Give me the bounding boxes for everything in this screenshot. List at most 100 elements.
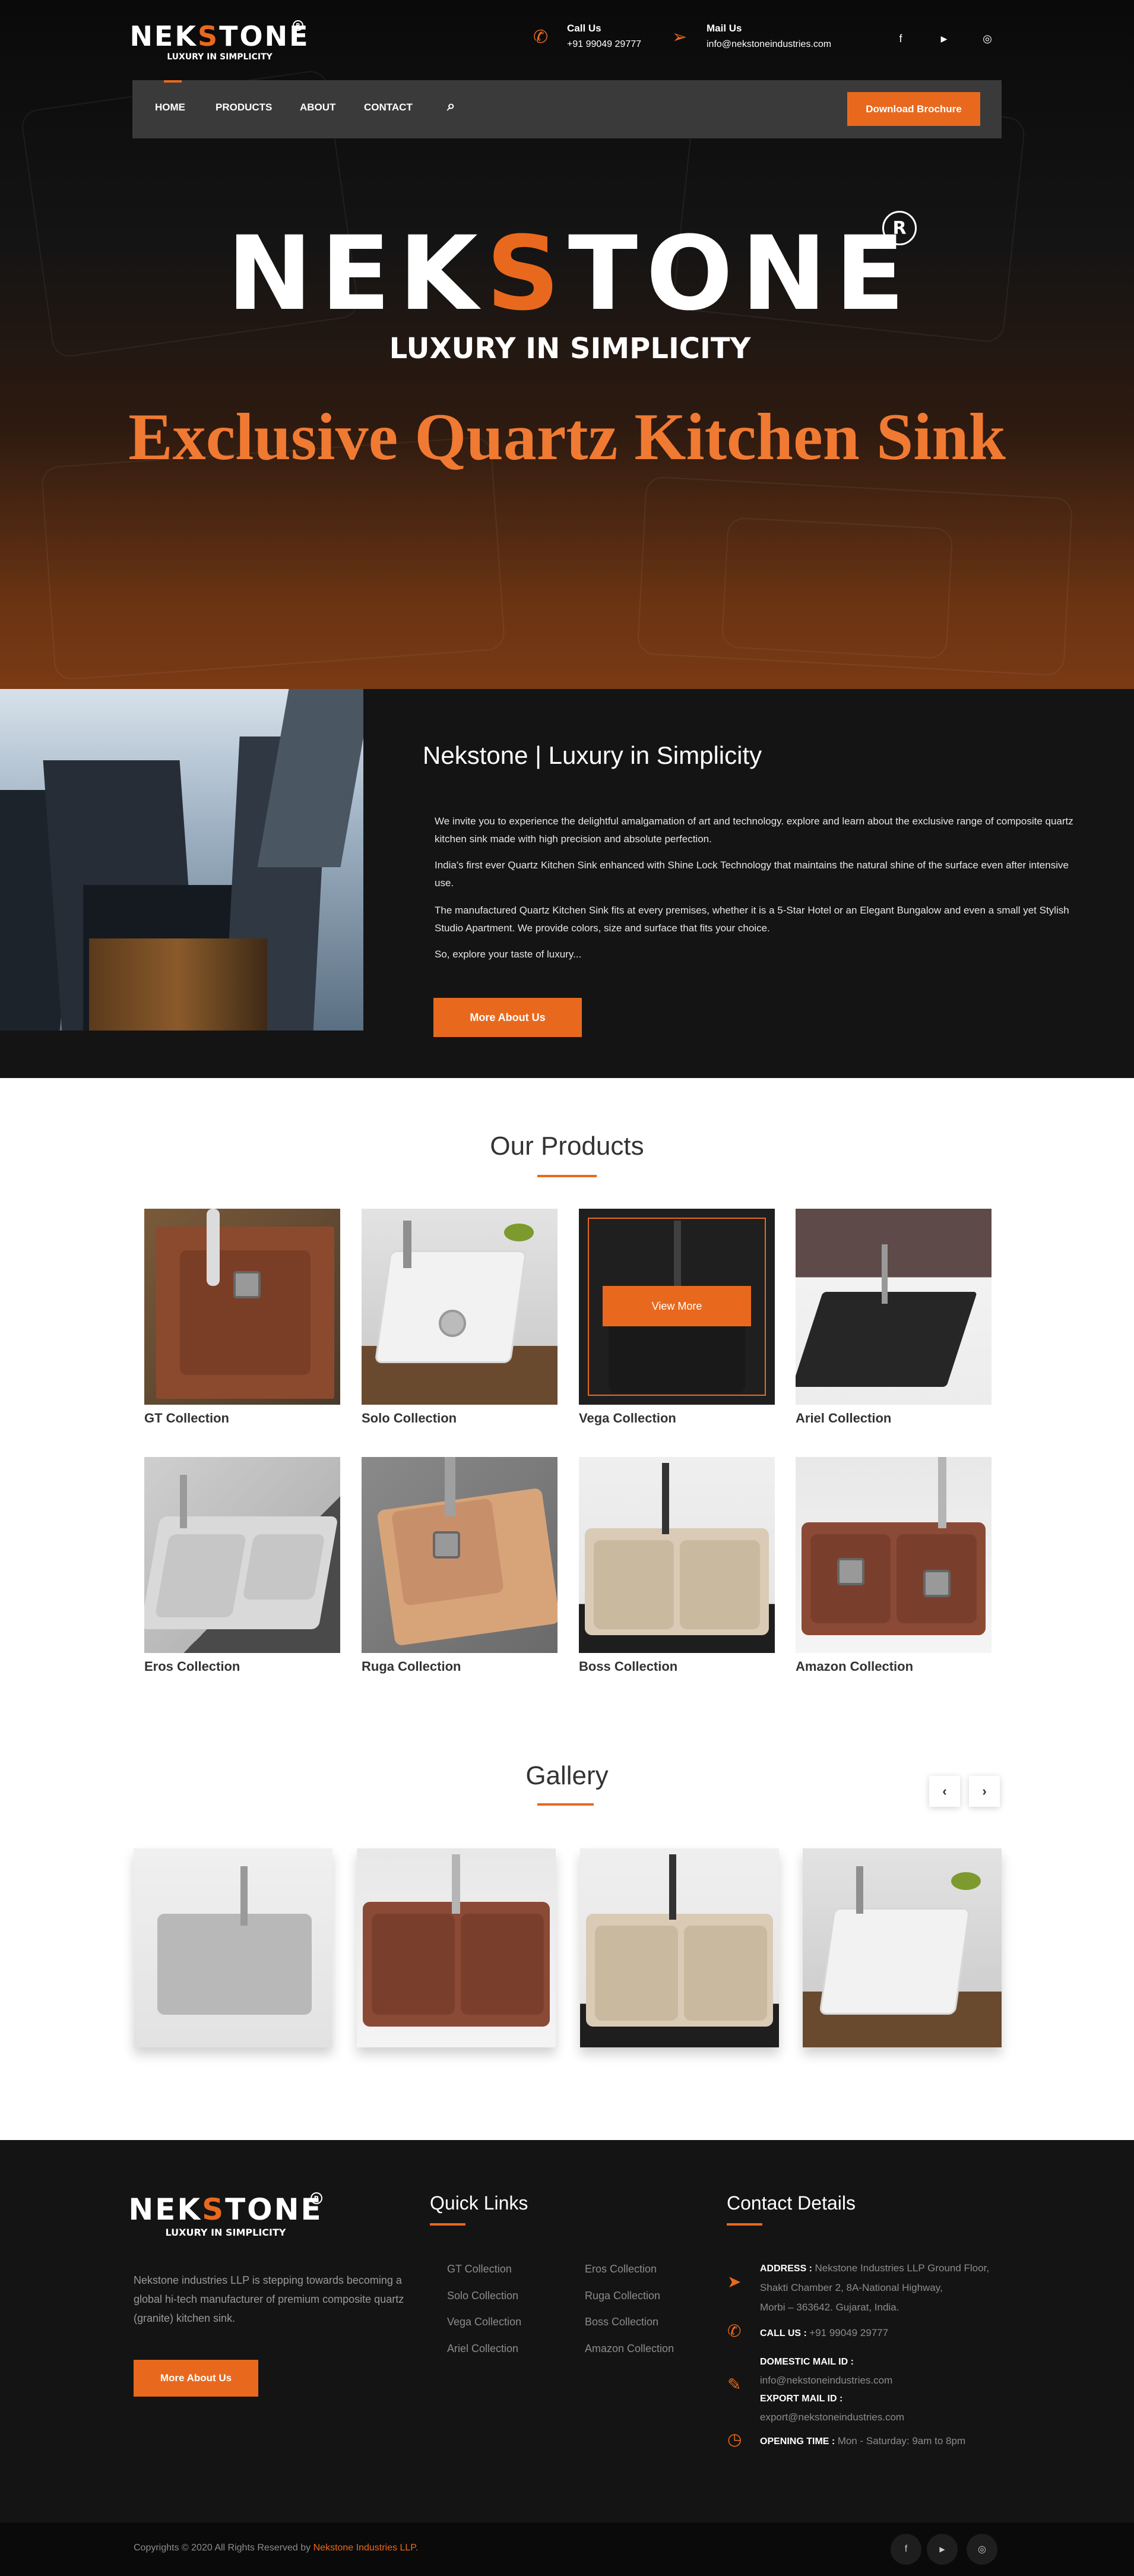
product-image-vega[interactable]: View More [579,1209,775,1405]
mail-icon: ✎ [727,2375,742,2394]
product-image-eros[interactable] [144,1457,340,1653]
about-paragraph-2: India's first ever Quartz Kitchen Sink e… [435,859,1069,889]
facebook-icon[interactable]: f [889,27,913,50]
domestic-mail-value[interactable]: info@nekstoneindustries.com [760,2371,904,2389]
product-name-ruga[interactable]: Ruga Collection [362,1659,558,1674]
sink-tap [938,1457,946,1528]
product-image-ruga[interactable] [362,1457,558,1653]
product-name-vega[interactable]: Vega Collection [579,1411,775,1426]
mail-us-block[interactable]: Mail Us info@nekstoneindustries.com [707,23,831,50]
bottom-bar: Copyrights © 2020 All Rights Reserved by… [0,2523,1134,2576]
youtube-icon[interactable]: ▶ [932,27,956,50]
address-line-1: Nekstone Industries LLP Ground Floor, [815,2262,990,2274]
product-card-boss[interactable]: Boss Collection [579,1457,775,1674]
more-about-us-button[interactable]: More About Us [433,998,582,1037]
youtube-icon[interactable]: ▶ [927,2534,958,2565]
sink-tap [240,1866,248,1926]
footer-link-ariel[interactable]: Ariel Collection [447,2343,518,2355]
phone-icon: ✆ [727,2322,742,2340]
product-card-gt[interactable]: GT Collection [144,1209,340,1426]
sink-drain [233,1271,261,1298]
quick-links-underline [430,2223,465,2226]
sink-shape [796,1292,977,1387]
product-image-ariel[interactable] [796,1209,992,1405]
sink-basin [372,1914,455,2015]
footer-logo[interactable]: NEKSTONE LUXURY IN SIMPLICITY R [128,2192,322,2242]
sink-tap [403,1221,411,1268]
product-name-eros[interactable]: Eros Collection [144,1659,340,1674]
footer-link-boss[interactable]: Boss Collection [585,2316,658,2328]
location-icon: ➤ [727,2272,742,2291]
product-card-ariel[interactable]: Ariel Collection [796,1209,992,1426]
product-card-vega[interactable]: View More Vega Collection [579,1209,775,1426]
export-mail-value[interactable]: export@nekstoneindustries.com [760,2408,904,2426]
product-card-ruga[interactable]: Ruga Collection [362,1457,558,1674]
nav-contact[interactable]: CONTACT [364,102,413,113]
call-label: CALL US : [760,2328,807,2338]
product-name-solo[interactable]: Solo Collection [362,1411,558,1426]
hero-section: NEKSTONE LUXURY IN SIMPLICITY R ✆ Call U… [0,0,1134,689]
product-image-solo[interactable] [362,1209,558,1405]
product-name-amazon[interactable]: Amazon Collection [796,1659,992,1674]
download-brochure-button[interactable]: Download Brochure [847,92,980,126]
gallery-image-2[interactable] [357,1848,556,2047]
sink-decor [951,1872,981,1890]
call-us-block[interactable]: Call Us +91 99049 29777 [567,23,641,50]
gallery-image-3[interactable] [580,1848,779,2047]
call-us-label: Call Us [567,23,601,34]
search-icon[interactable]: ⌕ [447,98,455,115]
about-paragraph-1: We invite you to experience the delightf… [435,816,1073,845]
gallery-image-4[interactable] [803,1848,1002,2047]
footer-link-gt[interactable]: GT Collection [447,2263,512,2275]
about-building-image [0,689,363,1031]
view-more-button[interactable]: View More [603,1286,751,1326]
nav-products[interactable]: PRODUCTS [216,102,272,113]
footer-link-amazon[interactable]: Amazon Collection [585,2343,674,2355]
gallery-image-1[interactable] [134,1848,332,2047]
product-image-boss[interactable] [579,1457,775,1653]
about-title: Nekstone | Luxury in Simplicity [423,741,762,769]
sink-tap [452,1854,460,1914]
copyright-company-link[interactable]: Nekstone Industries LLP. [313,2543,419,2553]
footer-link-ruga[interactable]: Ruga Collection [585,2290,660,2302]
products-title: Our Products [490,1131,644,1161]
footer-link-vega[interactable]: Vega Collection [447,2316,521,2328]
instagram-icon[interactable]: ◎ [975,27,999,50]
product-name-gt[interactable]: GT Collection [144,1411,340,1426]
call-us-number[interactable]: +91 99049 29777 [567,39,641,50]
product-image-amazon[interactable] [796,1457,992,1653]
footer-logo-wordmark: NEKSTONE [128,2192,323,2227]
product-name-boss[interactable]: Boss Collection [579,1659,775,1674]
sink-basin [595,1926,678,2021]
footer-link-eros[interactable]: Eros Collection [585,2263,657,2275]
header-logo[interactable]: NEKSTONE LUXURY IN SIMPLICITY R [129,20,308,64]
mail-us-address[interactable]: info@nekstoneindustries.com [707,39,831,50]
call-number[interactable]: +91 99049 29777 [809,2327,888,2338]
footer-more-about-us-button[interactable]: More About Us [134,2360,258,2397]
product-card-solo[interactable]: Solo Collection [362,1209,558,1426]
main-navbar: HOME PRODUCTS ABOUT CONTACT ⌕ Download B… [132,80,1002,138]
chevron-left-icon[interactable]: ‹ [929,1776,960,1807]
chevron-right-icon[interactable]: › [969,1776,1000,1807]
facebook-icon[interactable]: f [891,2534,921,2565]
hero-logo-tagline: LUXURY IN SIMPLICITY [389,332,751,365]
contact-details-title: Contact Details [727,2192,856,2214]
product-card-eros[interactable]: Eros Collection [144,1457,340,1674]
address-line-3: Morbi – 363642. Gujarat, India. [760,2302,899,2313]
product-card-amazon[interactable]: Amazon Collection [796,1457,992,1674]
footer-link-solo[interactable]: Solo Collection [447,2290,518,2302]
nav-about[interactable]: ABOUT [300,102,335,113]
product-image-gt[interactable] [144,1209,340,1405]
footer-about-text: Nekstone industries LLP is stepping towa… [134,2274,404,2324]
instagram-icon[interactable]: ◎ [967,2534,997,2565]
contact-address: ADDRESS : Nekstone Industries LLP Ground… [760,2259,1009,2318]
nav-home[interactable]: HOME [155,102,185,113]
product-name-ariel[interactable]: Ariel Collection [796,1411,992,1426]
sink-shape [819,1908,971,2015]
sink-basin [680,1540,760,1629]
building-shape [89,938,267,1031]
about-section: Nekstone | Luxury in Simplicity We invit… [0,689,1134,1078]
logo-wordmark: NEKSTONE [129,20,310,52]
sink-drain [439,1310,466,1337]
sink-tap [445,1457,455,1516]
